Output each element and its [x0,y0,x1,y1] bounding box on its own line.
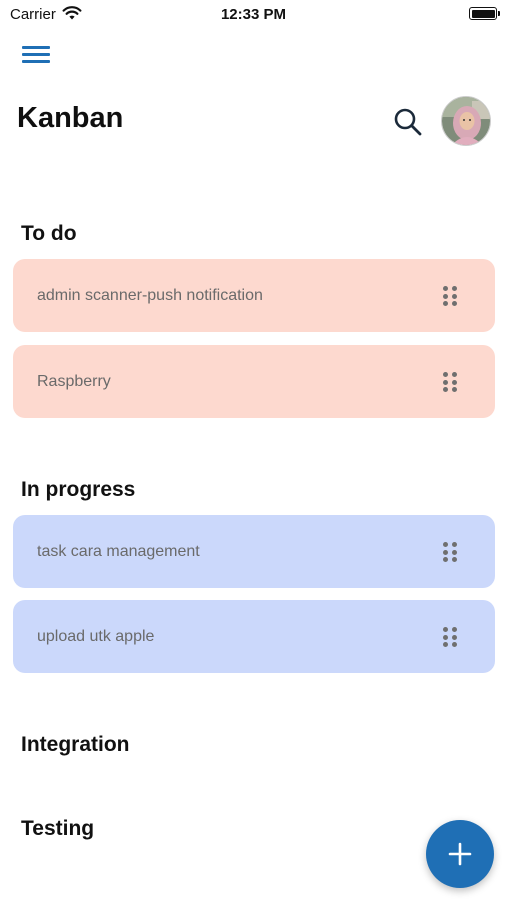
section-title-testing: Testing [21,817,95,840]
task-card-label: Raspberry [37,373,111,390]
task-card[interactable]: task cara management [13,515,495,588]
page-title: Kanban [17,102,124,134]
section-title-integration: Integration [21,733,130,756]
task-card-label: admin scanner-push notification [37,287,263,304]
drag-handle-icon[interactable] [443,627,459,647]
section-title-in-progress: In progress [21,478,136,501]
task-card[interactable]: upload utk apple [13,600,495,673]
plus-icon [448,842,472,866]
status-time: 12:33 PM [220,6,287,23]
task-card-label: task cara management [37,543,200,560]
drag-handle-icon[interactable] [443,286,459,306]
search-button[interactable] [392,106,424,138]
add-task-button[interactable] [426,820,494,888]
user-avatar-image [442,97,490,145]
task-card[interactable]: Raspberry [13,345,495,418]
avatar[interactable] [441,96,491,146]
drag-handle-icon[interactable] [443,372,459,392]
task-card[interactable]: admin scanner-push notification [13,259,495,332]
search-icon [394,108,422,136]
section-title-todo: To do [21,222,77,245]
hamburger-menu-icon[interactable] [22,44,52,66]
status-bar: Carrier 12:33 PM [0,0,507,28]
drag-handle-icon[interactable] [443,542,459,562]
battery-icon [469,7,500,20]
task-card-label: upload utk apple [37,628,155,645]
